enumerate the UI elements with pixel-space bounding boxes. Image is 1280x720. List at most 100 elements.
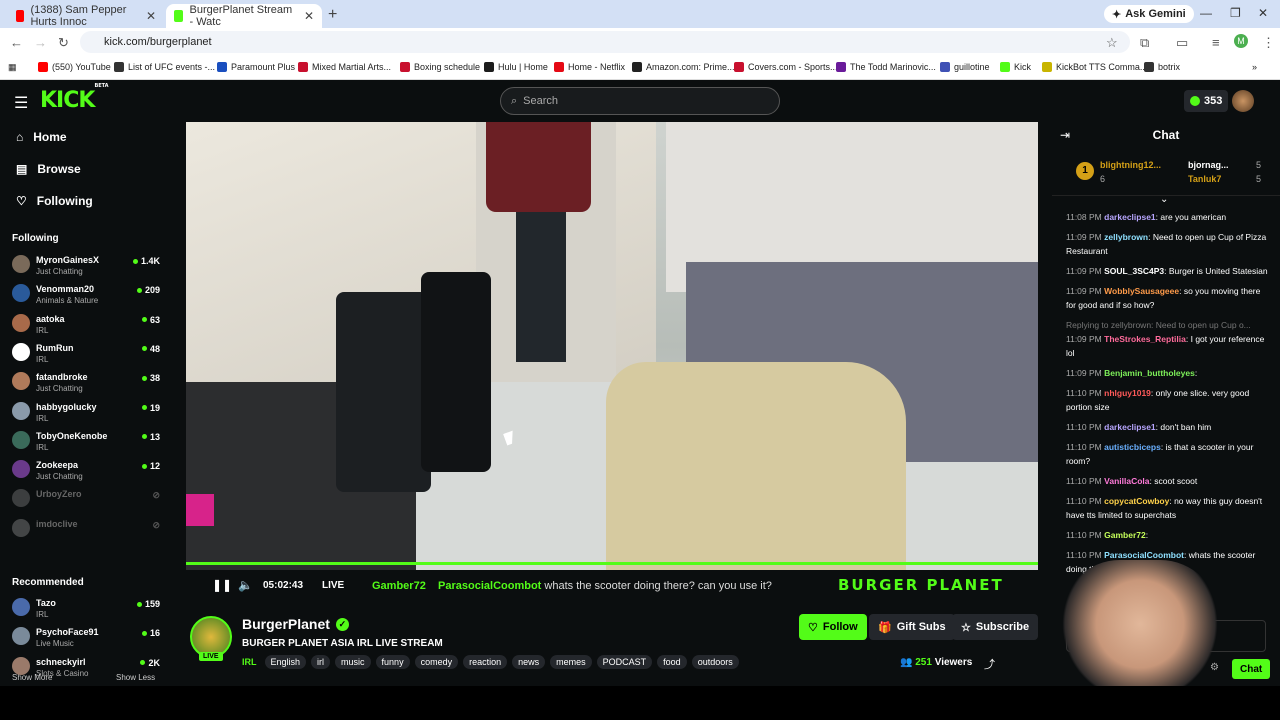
message-username[interactable]: autisticbiceps xyxy=(1104,442,1161,452)
bookmark-item[interactable]: Hulu | Home xyxy=(484,62,548,72)
sidebar-channel[interactable]: Tazo IRL 159 xyxy=(12,596,160,624)
progress-bar[interactable] xyxy=(186,562,1038,565)
apps-icon[interactable]: ▦ xyxy=(8,62,17,73)
leaderboard-user[interactable]: Tanluk7 xyxy=(1188,174,1221,184)
nav-browse[interactable]: ▤ Browse xyxy=(16,162,81,176)
forward-icon[interactable]: → xyxy=(34,35,47,50)
bookmark-item[interactable]: Home - Netflix xyxy=(554,62,625,72)
send-chat-button[interactable]: Chat xyxy=(1232,659,1271,679)
nav-home[interactable]: ⌂ Home xyxy=(16,130,67,144)
subscribe-button[interactable]: ☆ Subscribe xyxy=(952,614,1039,640)
url-input[interactable]: kick.com/burgerplanet xyxy=(80,31,1130,53)
pause-icon[interactable]: ❚❚ xyxy=(212,578,232,592)
bookmark-item[interactable]: Mixed Martial Arts... xyxy=(298,62,391,72)
volume-icon[interactable]: 🔈 xyxy=(238,578,253,592)
kick-logo[interactable]: KICKBETA xyxy=(40,83,109,113)
message-username[interactable]: nhlguy1019 xyxy=(1104,388,1151,398)
sidebar-channel[interactable]: habbygolucky IRL 19 xyxy=(12,400,160,428)
sidebar-channel[interactable]: RumRun IRL 48 xyxy=(12,341,160,369)
sidebar-channel[interactable]: Zookeepa Just Chatting 12 xyxy=(12,458,160,486)
tag-chip[interactable]: memes xyxy=(550,655,592,669)
tag-chip[interactable]: comedy xyxy=(414,655,459,669)
bookmark-item[interactable]: (550) YouTube xyxy=(38,62,111,72)
more-bookmarks-icon[interactable]: » xyxy=(1252,62,1257,72)
tag-chip[interactable]: music xyxy=(335,655,371,669)
bookmark-item[interactable]: botrix xyxy=(1144,62,1180,72)
bookmark-item[interactable]: The Todd Marinovic... xyxy=(836,62,936,72)
search-input[interactable]: ⌕ Search xyxy=(500,87,780,115)
sidebar-channel[interactable]: Venomman20 Animals & Nature 209 xyxy=(12,282,160,310)
minimize-icon[interactable]: — xyxy=(1200,6,1212,20)
bookmark-item[interactable]: Amazon.com: Prime... xyxy=(632,62,735,72)
leaderboard-user[interactable]: bjornag... xyxy=(1188,160,1229,170)
close-tab-icon[interactable]: ✕ xyxy=(146,9,156,23)
message-username[interactable]: VanillaCola xyxy=(1104,476,1149,486)
bookmark-item[interactable]: KickBot TTS Comma... xyxy=(1042,62,1147,72)
tag-chip[interactable]: funny xyxy=(375,655,410,669)
sidebar-channel[interactable]: schneckyirl Slots & Casino 2K xyxy=(12,655,160,683)
hamburger-menu-icon[interactable]: ☰ xyxy=(14,93,28,113)
message-username[interactable]: Gamber72 xyxy=(1104,530,1146,540)
message-username[interactable]: SOUL_3SC4P3 xyxy=(1104,266,1164,276)
bookmark-item[interactable]: Kick xyxy=(1000,62,1031,72)
tag-chip[interactable]: outdoors xyxy=(691,655,739,669)
bookmark-item[interactable]: guillotine xyxy=(940,62,990,72)
tag-chip[interactable]: irl xyxy=(311,655,331,669)
share-icon[interactable]: ⤴ xyxy=(984,656,995,672)
ask-gemini-button[interactable]: ✦ Ask Gemini xyxy=(1104,5,1194,23)
video-player[interactable] xyxy=(186,122,1038,570)
tag-chip[interactable]: reaction xyxy=(463,655,508,669)
message-username[interactable]: copycatCowboy xyxy=(1104,496,1169,506)
tag-chip[interactable]: English xyxy=(264,655,307,669)
message-username[interactable]: WobblySausageee xyxy=(1104,286,1179,296)
bookmark-item[interactable]: Boxing schedule xyxy=(400,62,480,72)
gift-subs-button[interactable]: 🎁 Gift Subs xyxy=(869,614,955,640)
points-badge[interactable]: 353 xyxy=(1184,90,1229,112)
sidebar-channel[interactable]: aatoka IRL 63 xyxy=(12,312,160,340)
tag-chip[interactable]: news xyxy=(512,655,546,669)
tab-kick[interactable]: BurgerPlanet Stream - Watc ✕ xyxy=(166,4,322,28)
bookmark-item[interactable]: Covers.com - Sports... xyxy=(734,62,838,72)
close-window-icon[interactable]: ✕ xyxy=(1258,6,1268,20)
sidebar-channel[interactable]: TobyOneKenobe IRL 13 xyxy=(12,429,160,457)
tab-youtube[interactable]: (1388) Sam Pepper Hurts Innoc ✕ xyxy=(8,4,164,28)
sidebar-channel[interactable]: MyronGainesX Just Chatting 1.4K xyxy=(12,253,160,281)
new-tab-button[interactable]: + xyxy=(328,6,337,24)
channel-name[interactable]: BurgerPlanet xyxy=(242,616,330,632)
bookmark-item[interactable]: Paramount Plus xyxy=(217,62,295,72)
media-icon[interactable]: ≡ xyxy=(1212,35,1220,50)
follow-button[interactable]: ♡ Follow xyxy=(799,614,867,640)
expand-leaderboard-icon[interactable]: ⌄ xyxy=(1160,194,1168,205)
tag-chip[interactable]: PODCAST xyxy=(596,655,653,669)
nav-following[interactable]: ♡ Following xyxy=(16,194,93,208)
back-icon[interactable]: ← xyxy=(10,35,23,50)
cast-icon[interactable]: ▭ xyxy=(1176,35,1188,51)
message-username[interactable]: zellybrown xyxy=(1104,232,1148,242)
message-username[interactable]: darkeclipse1 xyxy=(1104,422,1156,432)
channel-category: Slots & Casino xyxy=(36,668,89,678)
sidebar-channel[interactable]: imdoclive ⊘ xyxy=(12,517,160,545)
bookmark-star-icon[interactable]: ☆ xyxy=(1106,35,1118,51)
maximize-icon[interactable]: ❐ xyxy=(1230,6,1241,20)
message-username[interactable]: darkeclipse1 xyxy=(1104,212,1156,222)
reload-icon[interactable]: ↻ xyxy=(58,35,69,51)
viewer-count-value: 2K xyxy=(148,657,160,668)
amazon-icon xyxy=(632,62,642,72)
botrix-icon xyxy=(1144,62,1154,72)
profile-icon[interactable]: M xyxy=(1234,34,1248,48)
menu-icon[interactable]: ⋮ xyxy=(1262,35,1275,51)
sidebar-channel[interactable]: PsychoFace91 Live Music 16 xyxy=(12,625,160,653)
sidebar-channel[interactable]: fatandbroke Just Chatting 38 xyxy=(12,370,160,398)
category-link[interactable]: IRL xyxy=(242,657,257,667)
message-username[interactable]: Benjamin_buttholeyes xyxy=(1104,368,1195,378)
bookmark-item[interactable]: List of UFC events -... xyxy=(114,62,215,72)
leaderboard-user[interactable]: blightning12... xyxy=(1100,160,1161,170)
extensions-icon[interactable]: ⧉ xyxy=(1140,35,1149,51)
message-username[interactable]: ParasocialCoombot xyxy=(1104,550,1184,560)
live-dot-icon xyxy=(140,660,146,666)
message-username[interactable]: TheStrokes_Reptilia xyxy=(1104,334,1186,344)
close-tab-icon[interactable]: ✕ xyxy=(304,9,314,23)
user-avatar[interactable] xyxy=(1232,90,1254,112)
sidebar-channel[interactable]: UrboyZero ⊘ xyxy=(12,487,160,515)
tag-chip[interactable]: food xyxy=(657,655,687,669)
